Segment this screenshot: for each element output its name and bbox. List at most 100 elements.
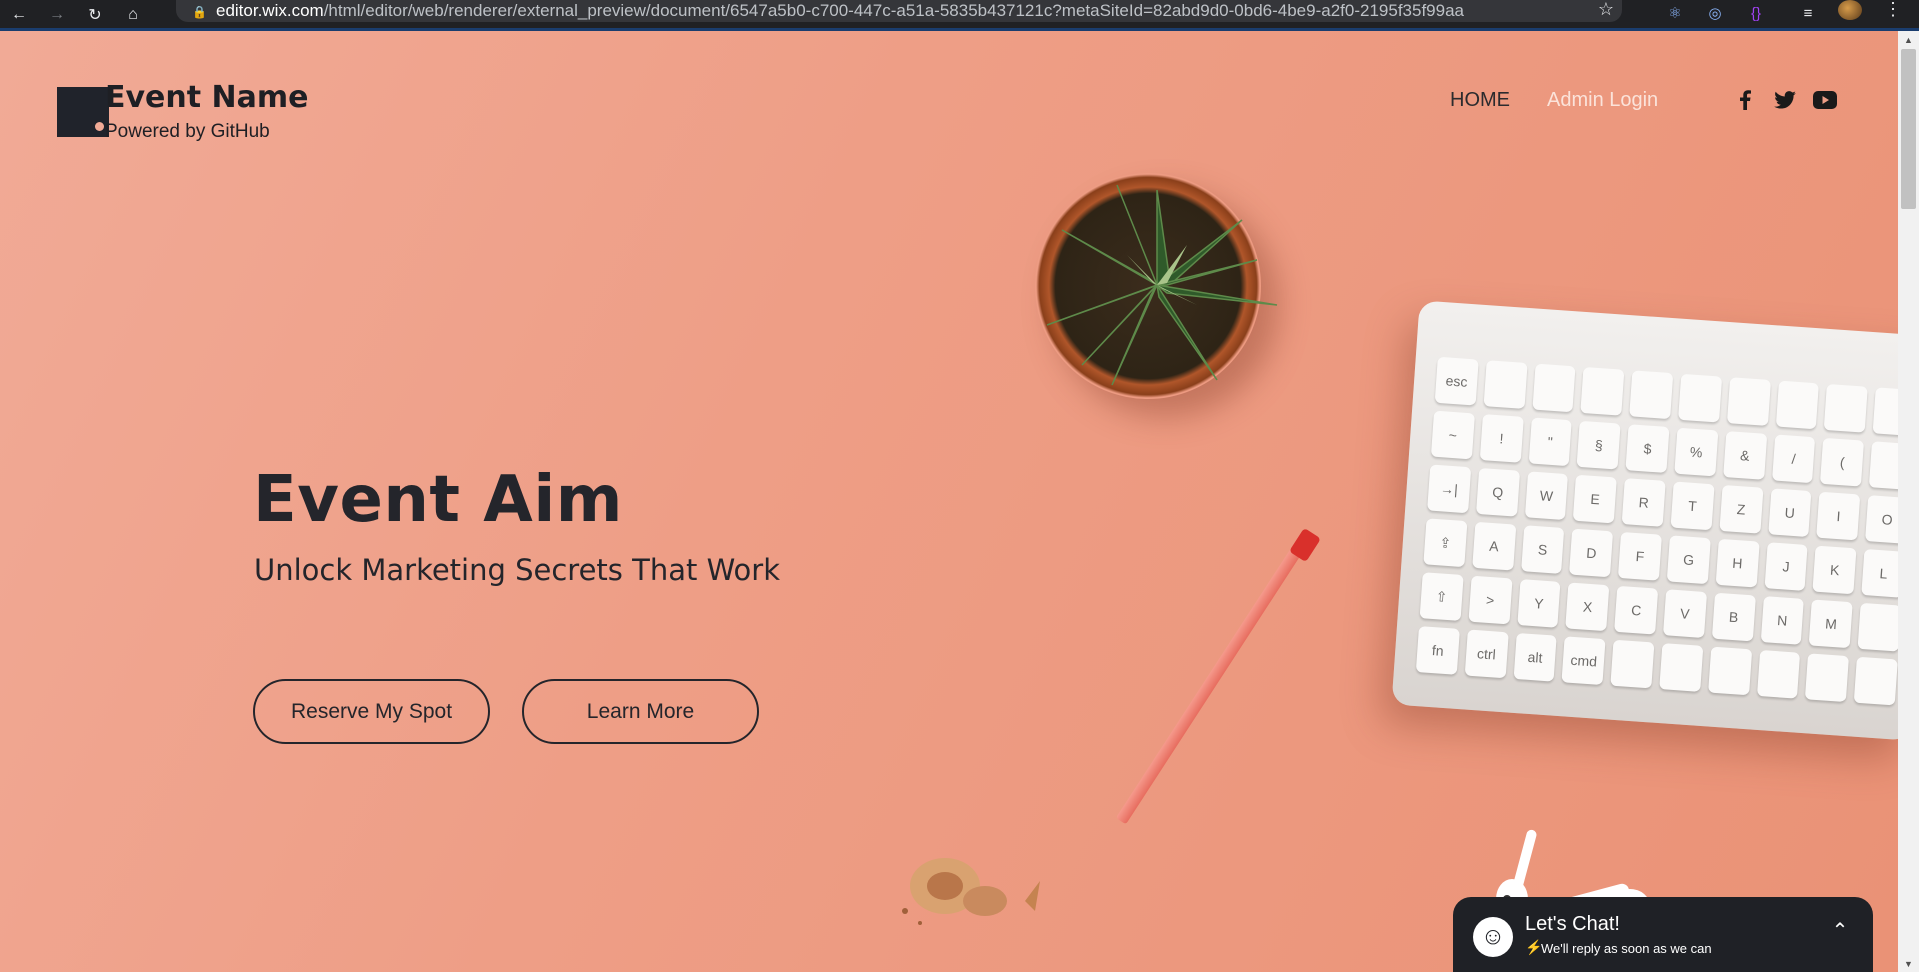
keyboard-key: X <box>1565 582 1610 632</box>
keyboard-key: E <box>1573 474 1618 524</box>
keyboard-key: S <box>1520 525 1565 574</box>
keyboard-key <box>1707 646 1752 696</box>
twitter-icon[interactable] <box>1772 87 1798 113</box>
keyboard-key: ~ <box>1430 410 1475 460</box>
keyboard-key: Y <box>1516 579 1561 628</box>
keyboard-key: F <box>1618 531 1662 581</box>
keyboard-key: V <box>1662 589 1707 638</box>
keyboard-key <box>1775 380 1820 430</box>
scroll-up-arrow-icon[interactable]: ▲ <box>1898 31 1919 48</box>
keyboard-key: § <box>1576 420 1621 470</box>
keyboard-key: D <box>1569 528 1614 578</box>
site-tagline: Powered by GitHub <box>105 121 270 142</box>
keyboard-key: →| <box>1427 464 1472 514</box>
keyboard-key <box>1483 360 1528 409</box>
keyboard-key: B <box>1711 592 1756 642</box>
chat-title: Let's Chat! <box>1525 913 1620 935</box>
keyboard-key: L <box>1861 548 1898 598</box>
keyboard-key <box>1853 656 1898 706</box>
keyboard-key: & <box>1722 431 1767 480</box>
keyboard-key: " <box>1528 417 1573 467</box>
bookmark-star-icon[interactable]: ☆ <box>1598 0 1614 18</box>
keyboard-key <box>1756 649 1801 699</box>
keyboard-key <box>1629 370 1674 420</box>
keyboard-key: ! <box>1479 414 1524 463</box>
chevron-up-icon[interactable]: ⌃ <box>1825 915 1855 945</box>
keyboard-key <box>1726 377 1771 426</box>
forward-icon[interactable]: → <box>38 0 76 30</box>
address-bar[interactable]: 🔒 editor.wix.com /html/editor/web/render… <box>176 0 1622 22</box>
keyboard-key: R <box>1621 478 1666 527</box>
keyboard-key: U <box>1767 488 1812 538</box>
lightning-bolt-icon: ⚡ <box>1525 939 1543 955</box>
youtube-icon[interactable] <box>1812 87 1838 113</box>
lock-icon: 🔒 <box>192 5 207 19</box>
keyboard-key: ( <box>1820 437 1865 487</box>
keyboard-key: Z <box>1719 484 1764 534</box>
media-queue-icon[interactable]: ≡ <box>1797 2 1819 24</box>
scrollbar-thumb[interactable] <box>1901 49 1916 209</box>
keyboard-key: ⇧ <box>1419 572 1464 621</box>
extension-braces-icon[interactable]: {} <box>1745 2 1767 24</box>
keyboard-key: alt <box>1513 632 1558 682</box>
website-preview: Event Name Powered by GitHub HOME Admin … <box>0 31 1898 972</box>
keyboard-key <box>1580 366 1625 416</box>
browser-menu-icon[interactable]: ⋮ <box>1884 0 1902 18</box>
keyboard-key: N <box>1760 596 1805 645</box>
chat-widget[interactable]: ☺ Let's Chat! ⚡ We'll reply as soon as w… <box>1453 897 1873 972</box>
keyboard-key: ctrl <box>1464 629 1509 679</box>
url-host: editor.wix.com <box>216 1 324 20</box>
keyboard-key: Q <box>1475 467 1520 517</box>
keyboard-key: G <box>1666 535 1711 585</box>
facebook-icon[interactable] <box>1732 87 1758 113</box>
nav-home[interactable]: HOME <box>1450 89 1510 112</box>
react-devtools-icon[interactable]: ⚛ <box>1664 2 1686 24</box>
keyboard-key: T <box>1670 481 1715 531</box>
keyboard-key <box>1857 602 1898 652</box>
home-icon[interactable]: ⌂ <box>114 0 152 30</box>
keyboard-key: W <box>1524 471 1569 521</box>
hero-subtitle: Unlock Marketing Secrets That Work <box>254 553 781 587</box>
reserve-spot-button[interactable]: Reserve My Spot <box>253 679 490 744</box>
keyboard-key: O <box>1865 495 1898 544</box>
keyboard-key: H <box>1715 538 1760 588</box>
keyboard-key: J <box>1764 542 1809 591</box>
learn-more-button[interactable]: Learn More <box>522 679 759 744</box>
keyboard-key: > <box>1468 575 1513 625</box>
smiley-face-icon: ☺ <box>1473 917 1513 957</box>
url-path: /html/editor/web/renderer/external_previ… <box>323 1 1464 20</box>
extension-target-icon[interactable]: ◎ <box>1704 2 1726 24</box>
keyboard-key <box>1824 383 1869 433</box>
keyboard-key: M <box>1809 599 1853 649</box>
keyboard-key: / <box>1771 434 1816 484</box>
succulent-leaves-image <box>1046 184 1278 386</box>
keyboard-key: C <box>1614 585 1659 635</box>
keyboard-key: esc <box>1434 356 1479 406</box>
pencil-image <box>1115 532 1312 825</box>
keyboard-image: esc ~! " § $% & /( →| Q W E R T Z U I O ⇪ A S D F G H J K L ⇧ > Y X C V B… <box>1391 300 1898 741</box>
keyboard-key: ⇪ <box>1423 518 1468 568</box>
keyboard-key <box>1659 643 1704 692</box>
keyboard-key <box>1869 441 1898 490</box>
chat-subtitle: We'll reply as soon as we can <box>1541 941 1712 956</box>
keyboard-key: K <box>1812 545 1857 595</box>
keyboard-key: fn <box>1415 626 1460 675</box>
keyboard-key: % <box>1674 427 1719 477</box>
profile-avatar[interactable] <box>1838 0 1862 20</box>
logo-dot <box>95 122 104 131</box>
scroll-down-arrow-icon[interactable]: ▼ <box>1898 955 1919 972</box>
keyboard-keys: esc ~! " § $% & /( →| Q W E R T Z U I O ⇪ A S D F G H J K L ⇧ > Y X C V B… <box>1415 356 1898 720</box>
keyboard-key: cmd <box>1561 636 1606 686</box>
keyboard-key <box>1805 653 1850 703</box>
keyboard-key: I <box>1816 491 1861 541</box>
page-scrollbar[interactable]: ▲ ▼ <box>1898 31 1919 972</box>
reload-icon[interactable]: ↻ <box>76 0 114 30</box>
site-name[interactable]: Event Name <box>105 80 309 115</box>
keyboard-key: A <box>1472 521 1516 571</box>
keyboard-key <box>1872 387 1898 437</box>
back-icon[interactable]: ← <box>0 0 38 30</box>
keyboard-key: $ <box>1625 424 1670 473</box>
keyboard-key <box>1532 363 1576 413</box>
nav-admin-login[interactable]: Admin Login <box>1547 89 1658 112</box>
keyboard-key <box>1610 639 1655 689</box>
